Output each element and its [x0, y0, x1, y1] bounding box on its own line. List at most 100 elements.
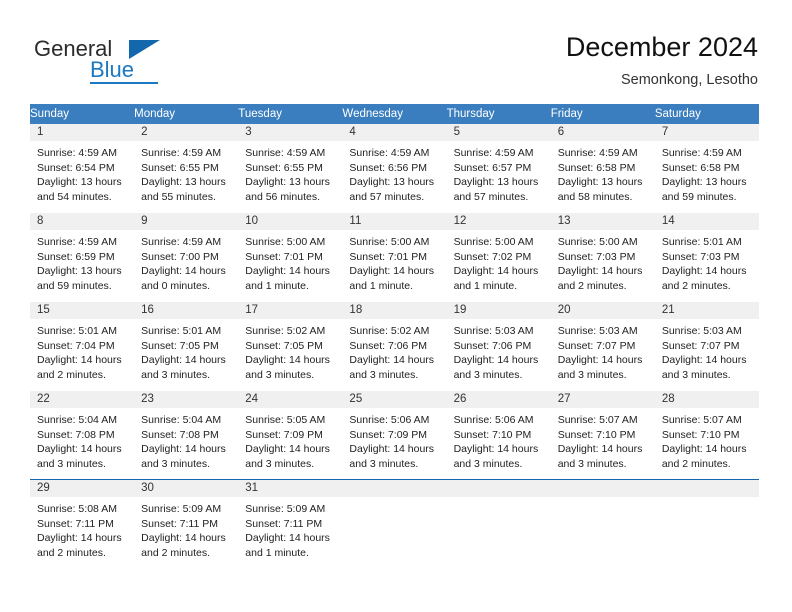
day-cell[interactable]: 15 Sunrise: 5:01 AM Sunset: 7:04 PM Dayl…: [30, 301, 135, 391]
daylight-text-line1: Daylight: 14 hours: [37, 443, 122, 456]
day-cell[interactable]: 21 Sunrise: 5:03 AM Sunset: 7:07 PM Dayl…: [654, 301, 759, 391]
day-details: Sunrise: 4:59 AM Sunset: 6:55 PM Dayligh…: [238, 141, 342, 204]
day-cell[interactable]: 30 Sunrise: 5:09 AM Sunset: 7:11 PM Dayl…: [134, 479, 239, 568]
calendar-week-row: 15 Sunrise: 5:01 AM Sunset: 7:04 PM Dayl…: [30, 301, 759, 391]
sunrise-text: Sunrise: 5:07 AM: [661, 414, 742, 426]
day-number: 10: [238, 213, 343, 230]
day-cell[interactable]: 26 Sunrise: 5:06 AM Sunset: 7:10 PM Dayl…: [446, 390, 551, 480]
day-number: 3: [238, 124, 343, 141]
sunset-text: Sunset: 6:58 PM: [557, 161, 636, 174]
day-cell[interactable]: 14 Sunrise: 5:01 AM Sunset: 7:03 PM Dayl…: [654, 212, 759, 302]
daylight-text-line1: Daylight: 14 hours: [661, 265, 747, 278]
day-cell[interactable]: 22 Sunrise: 5:04 AM Sunset: 7:08 PM Dayl…: [30, 390, 135, 480]
day-cell[interactable]: 2 Sunrise: 4:59 AM Sunset: 6:55 PM Dayli…: [134, 124, 239, 213]
day-cell[interactable]: 12 Sunrise: 5:00 AM Sunset: 7:02 PM Dayl…: [446, 212, 551, 302]
daylight-text-line1: Daylight: 14 hours: [349, 443, 435, 456]
daylight-text-line2: and 55 minutes.: [141, 190, 216, 203]
day-cell[interactable]: 13 Sunrise: 5:00 AM Sunset: 7:03 PM Dayl…: [550, 212, 655, 302]
daylight-text-line2: and 1 minute.: [349, 279, 414, 292]
day-details: Sunrise: 5:02 AM Sunset: 7:05 PM Dayligh…: [238, 319, 342, 382]
sunrise-text: Sunrise: 5:02 AM: [245, 325, 326, 337]
day-cell[interactable]: 5 Sunrise: 4:59 AM Sunset: 6:57 PM Dayli…: [446, 124, 551, 213]
sunrise-text: Sunrise: 5:06 AM: [349, 414, 430, 426]
day-details: Sunrise: 5:00 AM Sunset: 7:01 PM Dayligh…: [342, 230, 446, 293]
day-number: 26: [446, 391, 551, 408]
sunset-text: Sunset: 7:10 PM: [557, 428, 636, 441]
day-cell[interactable]: 16 Sunrise: 5:01 AM Sunset: 7:05 PM Dayl…: [134, 301, 239, 391]
day-cell[interactable]: 31 Sunrise: 5:09 AM Sunset: 7:11 PM Dayl…: [238, 479, 343, 568]
sunrise-text: Sunrise: 4:59 AM: [245, 147, 326, 159]
day-cell[interactable]: 8 Sunrise: 4:59 AM Sunset: 6:59 PM Dayli…: [30, 212, 135, 302]
sunrise-text: Sunrise: 5:09 AM: [141, 503, 222, 515]
day-details: Sunrise: 5:05 AM Sunset: 7:09 PM Dayligh…: [238, 408, 342, 471]
sunset-text: Sunset: 7:06 PM: [349, 339, 428, 352]
daylight-text-line1: Daylight: 14 hours: [141, 532, 226, 545]
daylight-text-line2: and 2 minutes.: [661, 279, 731, 292]
daylight-text-line2: and 3 minutes.: [661, 368, 731, 381]
daylight-text-line1: Daylight: 14 hours: [141, 443, 226, 456]
sunrise-text: Sunrise: 4:59 AM: [557, 147, 638, 159]
sunset-text: Sunset: 6:55 PM: [141, 161, 219, 174]
day-cell[interactable]: 29 Sunrise: 5:08 AM Sunset: 7:11 PM Dayl…: [30, 479, 135, 568]
sunset-text: Sunset: 7:03 PM: [557, 250, 636, 263]
day-cell[interactable]: 3 Sunrise: 4:59 AM Sunset: 6:55 PM Dayli…: [238, 124, 343, 213]
daylight-text-line1: Daylight: 13 hours: [661, 176, 747, 189]
day-cell-empty: [550, 479, 655, 568]
calendar-week-row: 29 Sunrise: 5:08 AM Sunset: 7:11 PM Dayl…: [30, 479, 759, 568]
daylight-text-line1: Daylight: 14 hours: [37, 354, 122, 367]
day-details: Sunrise: 5:07 AM Sunset: 7:10 PM Dayligh…: [655, 408, 759, 471]
calendar-week-row: 8 Sunrise: 4:59 AM Sunset: 6:59 PM Dayli…: [30, 212, 759, 302]
day-cell[interactable]: 28 Sunrise: 5:07 AM Sunset: 7:10 PM Dayl…: [654, 390, 759, 480]
day-number: 25: [342, 391, 447, 408]
day-cell[interactable]: 6 Sunrise: 4:59 AM Sunset: 6:58 PM Dayli…: [550, 124, 655, 213]
daylight-text-line2: and 3 minutes.: [37, 457, 106, 470]
sunrise-text: Sunrise: 5:03 AM: [661, 325, 742, 337]
daylight-text-line1: Daylight: 14 hours: [453, 265, 539, 278]
calendar-body: 1 Sunrise: 4:59 AM Sunset: 6:54 PM Dayli…: [30, 124, 759, 568]
weekday-header-saturday: Saturday: [654, 104, 759, 124]
day-number: 31: [238, 480, 343, 497]
day-number: [550, 480, 655, 497]
daylight-text-line2: and 3 minutes.: [557, 368, 627, 381]
day-cell[interactable]: 10 Sunrise: 5:00 AM Sunset: 7:01 PM Dayl…: [238, 212, 343, 302]
day-details: Sunrise: 4:59 AM Sunset: 6:58 PM Dayligh…: [655, 141, 759, 204]
daylight-text-line2: and 3 minutes.: [245, 457, 315, 470]
day-details: Sunrise: 4:59 AM Sunset: 6:55 PM Dayligh…: [134, 141, 238, 204]
day-cell[interactable]: 24 Sunrise: 5:05 AM Sunset: 7:09 PM Dayl…: [238, 390, 343, 480]
daylight-text-line1: Daylight: 14 hours: [453, 354, 539, 367]
day-cell[interactable]: 17 Sunrise: 5:02 AM Sunset: 7:05 PM Dayl…: [238, 301, 343, 391]
day-details: Sunrise: 4:59 AM Sunset: 6:59 PM Dayligh…: [30, 230, 134, 293]
day-cell[interactable]: 23 Sunrise: 5:04 AM Sunset: 7:08 PM Dayl…: [134, 390, 239, 480]
day-cell[interactable]: 25 Sunrise: 5:06 AM Sunset: 7:09 PM Dayl…: [342, 390, 447, 480]
sunrise-text: Sunrise: 4:59 AM: [661, 147, 742, 159]
sunrise-text: Sunrise: 5:01 AM: [661, 236, 742, 248]
day-cell[interactable]: 4 Sunrise: 4:59 AM Sunset: 6:56 PM Dayli…: [342, 124, 447, 213]
day-cell[interactable]: 9 Sunrise: 4:59 AM Sunset: 7:00 PM Dayli…: [134, 212, 239, 302]
sunset-text: Sunset: 7:10 PM: [453, 428, 532, 441]
day-cell[interactable]: 7 Sunrise: 4:59 AM Sunset: 6:58 PM Dayli…: [654, 124, 759, 213]
day-cell[interactable]: 1 Sunrise: 4:59 AM Sunset: 6:54 PM Dayli…: [30, 124, 135, 213]
day-cell[interactable]: 18 Sunrise: 5:02 AM Sunset: 7:06 PM Dayl…: [342, 301, 447, 391]
sunrise-text: Sunrise: 5:09 AM: [245, 503, 326, 515]
day-cell[interactable]: 20 Sunrise: 5:03 AM Sunset: 7:07 PM Dayl…: [550, 301, 655, 391]
day-number: 5: [446, 124, 551, 141]
sunset-text: Sunset: 7:00 PM: [141, 250, 219, 263]
day-cell[interactable]: 19 Sunrise: 5:03 AM Sunset: 7:06 PM Dayl…: [446, 301, 551, 391]
day-details: Sunrise: 5:00 AM Sunset: 7:02 PM Dayligh…: [447, 230, 551, 293]
day-cell[interactable]: 27 Sunrise: 5:07 AM Sunset: 7:10 PM Dayl…: [550, 390, 655, 480]
sunset-text: Sunset: 7:08 PM: [37, 428, 115, 441]
day-details: Sunrise: 4:59 AM Sunset: 6:56 PM Dayligh…: [342, 141, 446, 204]
sunrise-text: Sunrise: 5:00 AM: [245, 236, 326, 248]
day-cell-empty: [446, 479, 551, 568]
day-cell[interactable]: 11 Sunrise: 5:00 AM Sunset: 7:01 PM Dayl…: [342, 212, 447, 302]
brand-logo[interactable]: General Blue: [34, 36, 254, 86]
sunset-text: Sunset: 6:57 PM: [453, 161, 532, 174]
daylight-text-line2: and 57 minutes.: [453, 190, 529, 203]
day-details: Sunrise: 5:06 AM Sunset: 7:10 PM Dayligh…: [447, 408, 551, 471]
sunset-text: Sunset: 7:06 PM: [453, 339, 532, 352]
day-details: Sunrise: 5:09 AM Sunset: 7:11 PM Dayligh…: [134, 497, 238, 560]
day-details: Sunrise: 4:59 AM Sunset: 6:54 PM Dayligh…: [30, 141, 134, 204]
brand-name-blue: Blue: [90, 57, 135, 82]
day-number: 19: [446, 302, 551, 319]
day-details: Sunrise: 4:59 AM Sunset: 6:57 PM Dayligh…: [447, 141, 551, 204]
